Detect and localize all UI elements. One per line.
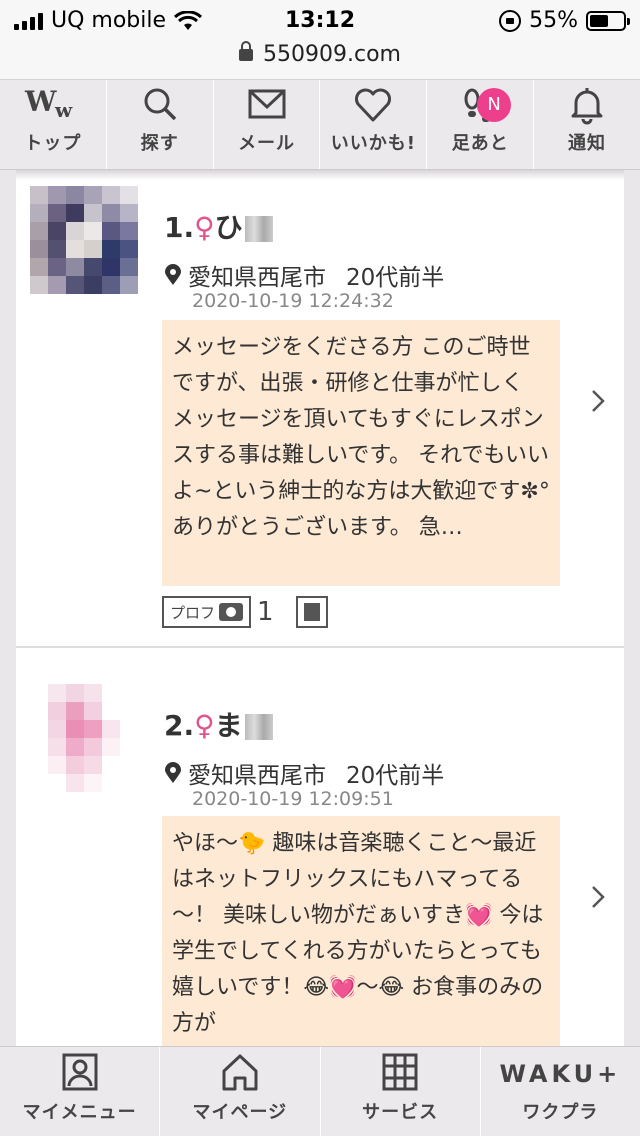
bell-icon [571, 88, 603, 125]
nav-label: トップ [24, 133, 82, 154]
post-rank-name: 1.♀ひ [164, 206, 273, 246]
url-bar[interactable]: 550909.com [0, 40, 640, 80]
svg-text:W: W [24, 85, 57, 118]
mail-icon [248, 89, 286, 119]
user-name: ひ [214, 211, 243, 244]
age-text: 20代前半 [346, 763, 445, 789]
nav-label: 探す [140, 133, 179, 154]
nav-footprints[interactable]: 足あと N [427, 80, 535, 169]
status-bar: UQ mobile 13:12 55% [0, 0, 640, 40]
profile-photo-badge[interactable]: プロフ [162, 596, 252, 628]
bottom-nav: マイメニュー マイページ サービス WAKU+ ワクプラ [0, 1046, 640, 1136]
post-timestamp: 2020-10-19 12:09:51 [192, 788, 394, 810]
chevron-right-icon[interactable] [590, 388, 606, 414]
nav-label: 通知 [568, 133, 607, 154]
svg-text:w: w [54, 98, 73, 122]
notebook-icon[interactable] [295, 596, 328, 628]
search-icon [144, 88, 176, 121]
avatar [30, 186, 138, 294]
post-message: メッセージをくださる方 このご時世ですが、出張・研修と仕事が忙しく メッセージを… [162, 320, 560, 586]
bnav-label: マイメニュー [22, 1102, 137, 1123]
profile-info: プロフ 1 [162, 596, 328, 628]
name-blur [244, 216, 273, 242]
post-message: やほ～🐤 趣味は音楽聴くこと～最近はネットフリックスにもハマってる～！ 美味しい… [162, 816, 560, 1046]
post-timestamp: 2020-10-19 12:24:32 [192, 290, 394, 312]
new-badge: N [477, 88, 512, 122]
bnav-wakupura[interactable]: WAKU+ ワクプラ [481, 1047, 640, 1136]
female-icon: ♀ [194, 709, 215, 742]
profile-card-icon [62, 1053, 98, 1091]
rotation-lock-icon [499, 9, 522, 32]
grid-icon [382, 1053, 418, 1091]
nav-search[interactable]: 探す [107, 80, 214, 169]
bnav-label: サービス [362, 1102, 439, 1123]
status-right: 55% [499, 8, 630, 33]
bnav-my-page[interactable]: マイページ [160, 1047, 321, 1136]
nav-label: メール [238, 133, 296, 154]
bnav-label: マイページ [192, 1102, 288, 1123]
lock-icon [239, 41, 254, 61]
heart-icon [355, 88, 392, 122]
bnav-label: ワクプラ [522, 1102, 599, 1123]
nav-label: いいかも! [330, 133, 416, 154]
post-list: 1.♀ひ 愛知県西尾市 20代前半 2020-10-19 12:24:32 メッ… [16, 170, 624, 1046]
waku-plus-logo: WAKU+ [499, 1060, 622, 1088]
location-pin-icon [165, 762, 181, 783]
battery-icon [586, 10, 630, 31]
camera-icon [219, 603, 244, 621]
chevron-right-icon[interactable] [590, 884, 606, 910]
nav-label: 足あと [451, 133, 509, 154]
photo-count: 1 [257, 597, 274, 627]
top-nav: Ww トップ 探す メール いいかも! 足あと N 通知 [0, 80, 640, 170]
location-pin-icon [165, 264, 181, 285]
name-blur [244, 714, 273, 740]
bnav-my-menu[interactable]: マイメニュー [0, 1047, 161, 1136]
avatar [30, 684, 138, 792]
home-icon [222, 1054, 258, 1091]
post-card[interactable]: 2.♀ま 愛知県西尾市 20代前半 2020-10-19 12:09:51 やほ… [16, 650, 624, 1046]
location-text: 愛知県西尾市 [188, 763, 326, 789]
female-icon: ♀ [194, 211, 215, 244]
rank-number: 2. [164, 709, 195, 742]
battery-percent: 55% [529, 8, 578, 33]
location-text: 愛知県西尾市 [188, 265, 326, 291]
user-name: ま [214, 709, 243, 742]
age-text: 20代前半 [346, 265, 445, 291]
post-card[interactable]: 1.♀ひ 愛知県西尾市 20代前半 2020-10-19 12:24:32 メッ… [16, 170, 624, 648]
profile-label: プロフ [170, 603, 216, 622]
bnav-service[interactable]: サービス [321, 1047, 481, 1136]
nav-iikamo[interactable]: いいかも! [320, 80, 428, 169]
nav-top[interactable]: Ww トップ [0, 80, 107, 169]
post-location: 愛知県西尾市 20代前半 [164, 756, 444, 790]
nav-notify[interactable]: 通知 [534, 80, 640, 169]
url-text: 550909.com [263, 42, 401, 67]
nav-mail[interactable]: メール [214, 80, 321, 169]
post-location: 愛知県西尾市 20代前半 [164, 258, 444, 292]
post-rank-name: 2.♀ま [164, 704, 273, 744]
ww-logo-icon: Ww [24, 85, 73, 122]
rank-number: 1. [164, 211, 195, 244]
